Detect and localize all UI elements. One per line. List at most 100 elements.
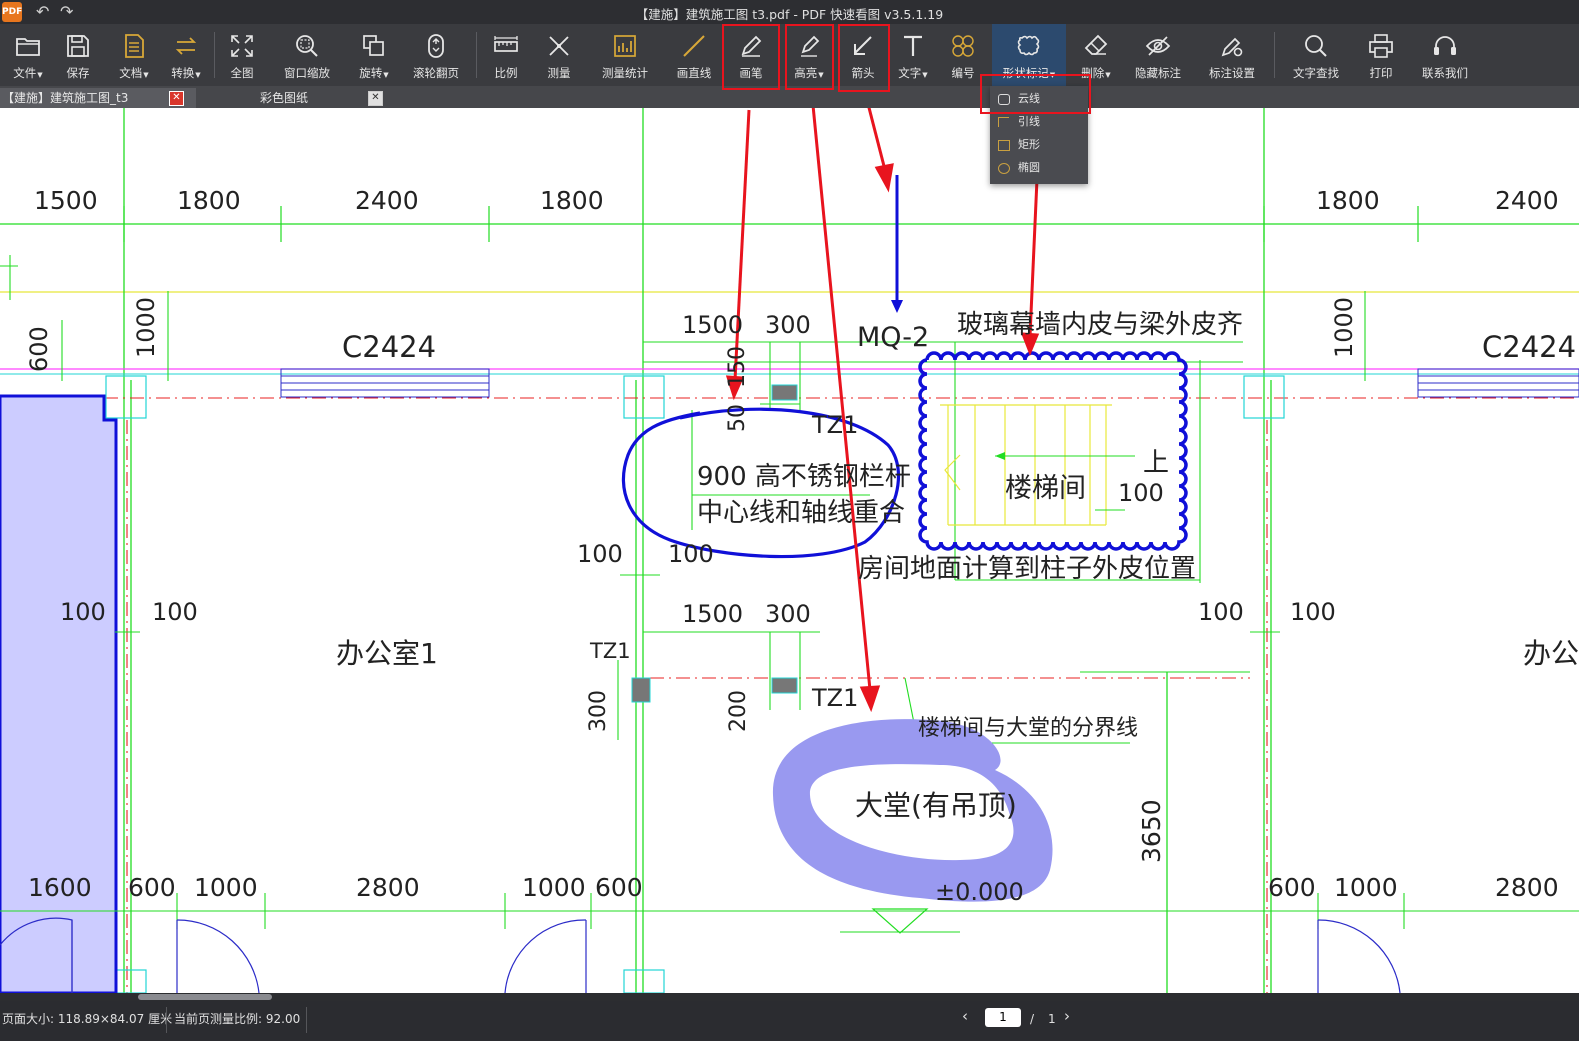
save-label: 保存 (66, 66, 90, 80)
dim-label: 1000 (522, 873, 586, 902)
title-bar: PDF ↶ ↷ 【建施】建筑施工图 t3.pdf - PDF 快速看图 v3.5… (0, 0, 1579, 24)
contact-label: 联系我们 (1422, 66, 1468, 80)
mark-settings-label: 标注设置 (1209, 66, 1255, 80)
rotate-label: 旋转 (359, 66, 383, 80)
menu-item-ellipse[interactable]: 椭圆 (990, 157, 1088, 179)
column-label: TZ1 (811, 684, 858, 712)
dim-label: 200 (726, 690, 751, 732)
text-search-button[interactable]: 文字查找 (1284, 24, 1348, 86)
status-separator (306, 1007, 307, 1033)
dim-label: 100 (577, 540, 623, 568)
horizontal-scrollbar[interactable] (0, 993, 1579, 1001)
mouse-icon (428, 34, 444, 58)
convert-button[interactable]: 转换▼ (162, 24, 210, 86)
measure-button[interactable]: 测量 (536, 24, 582, 86)
rectangle-icon (998, 140, 1010, 151)
menu-item-label: 椭圆 (1018, 161, 1040, 174)
window-zoom-button[interactable]: 窗口缩放 (276, 24, 338, 86)
hide-marks-button[interactable]: 隐藏标注 (1126, 24, 1190, 86)
next-page-icon[interactable]: › (1064, 1007, 1070, 1025)
dim-label: 1600 (28, 873, 92, 902)
dim-label: 2800 (1495, 873, 1559, 902)
line-icon (683, 35, 705, 57)
expand-icon (231, 35, 253, 57)
wheel-page-label: 滚轮翻页 (413, 66, 459, 80)
rotate-button[interactable]: 旋转▼ (350, 24, 398, 86)
page-number-input[interactable]: 1 (985, 1008, 1021, 1027)
dim-label: 3650 (1137, 799, 1166, 863)
print-label: 打印 (1369, 66, 1393, 80)
number-icon (952, 35, 974, 57)
eye-off-icon (1145, 36, 1171, 56)
glass-curtain-note: 玻璃幕墙内皮与梁外皮齐 (957, 310, 1243, 340)
wheel-page-button[interactable]: 滚轮翻页 (406, 24, 466, 86)
text-button[interactable]: 文字▼ (890, 24, 936, 86)
column-label: TZ1 (589, 639, 631, 663)
ruler-icon (494, 36, 518, 52)
dim-label: 300 (765, 311, 811, 339)
convert-icon (175, 37, 197, 55)
menu-item-leader[interactable]: 引线 (990, 111, 1088, 133)
file-button[interactable]: 文件▼ (4, 24, 52, 86)
dim-label: 1500 (682, 600, 743, 628)
status-separator (166, 1007, 167, 1033)
dim-label: 100 (60, 598, 106, 626)
measure-label: 测量 (547, 66, 571, 80)
dim-label: 1500 (682, 311, 743, 339)
dim-label: 600 (25, 326, 53, 372)
shape-mark-callout-box (980, 74, 1091, 114)
full-view-button[interactable]: 全图 (218, 24, 266, 86)
column-label: TZ1 (811, 411, 858, 439)
print-button[interactable]: 打印 (1358, 24, 1404, 86)
measure-icon (549, 36, 569, 56)
scale-button[interactable]: 比例 (482, 24, 530, 86)
scrollbar-thumb[interactable] (138, 994, 272, 1000)
eraser-icon (1084, 34, 1108, 55)
dim-label: 50 (725, 404, 750, 432)
toolbar-separator (476, 32, 477, 78)
floor-note: 房间地面计算到柱子外皮位置 (858, 554, 1196, 584)
tab-construction-drawing[interactable]: 【建施】建筑施工图_t3 ✕ (0, 88, 196, 108)
dim-label: 1800 (1316, 186, 1380, 215)
measure-stats-button[interactable]: 测量统计 (594, 24, 656, 86)
prev-page-icon[interactable]: ‹ (962, 1007, 968, 1025)
window-label: C2424 (342, 330, 436, 364)
hide-marks-label: 隐藏标注 (1135, 66, 1181, 80)
room-label-office: 办公室1 (336, 637, 438, 670)
dim-label: 100 (1198, 598, 1244, 626)
close-icon[interactable]: ✕ (169, 91, 184, 106)
contact-button[interactable]: 联系我们 (1414, 24, 1476, 86)
toolbar-separator (1274, 32, 1275, 78)
room-label-office: 办公室1 (1523, 637, 1579, 670)
elevation-label: ±0.000 (935, 878, 1024, 906)
drawing-canvas[interactable]: 1500 1800 2400 1800 1800 2400 C2424 C242… (0, 108, 1579, 993)
mark-settings-button[interactable]: 标注设置 (1200, 24, 1264, 86)
page-size-readout: 页面大小: 118.89×84.07 厘米 (2, 1012, 173, 1026)
menu-item-rectangle[interactable]: 矩形 (990, 134, 1088, 156)
dim-label: 100 (668, 540, 714, 568)
window-title: 【建施】建筑施工图 t3.pdf - PDF 快速看图 v3.5.1.19 (635, 7, 944, 22)
tab-color-drawing[interactable]: 彩色图纸 ✕ (198, 88, 394, 108)
stair-room-label: 楼梯间 (1005, 473, 1086, 504)
file-label: 文件 (13, 66, 37, 80)
draw-line-button[interactable]: 画直线 (668, 24, 720, 86)
text-label: 文字 (898, 66, 922, 80)
dim-label: 2400 (355, 186, 419, 215)
menu-item-label: 引线 (1018, 115, 1040, 128)
dim-label: 1000 (132, 297, 160, 358)
document-button[interactable]: 文档▼ (108, 24, 160, 86)
document-icon (125, 34, 144, 58)
close-icon[interactable]: ✕ (368, 91, 383, 106)
rotate-icon (363, 35, 384, 56)
toolbar-separator (214, 32, 215, 78)
tab-label: 【建施】建筑施工图_t3 (2, 91, 129, 105)
text-icon (904, 35, 922, 56)
arrow-callout-box (838, 24, 890, 92)
ellipse-icon (998, 163, 1010, 174)
convert-label: 转换 (171, 66, 195, 80)
dim-label: 1000 (1330, 297, 1358, 358)
save-button[interactable]: 保存 (54, 24, 102, 86)
menu-item-label: 矩形 (1018, 138, 1040, 151)
dim-label: 1800 (177, 186, 241, 215)
text-search-label: 文字查找 (1293, 66, 1339, 80)
